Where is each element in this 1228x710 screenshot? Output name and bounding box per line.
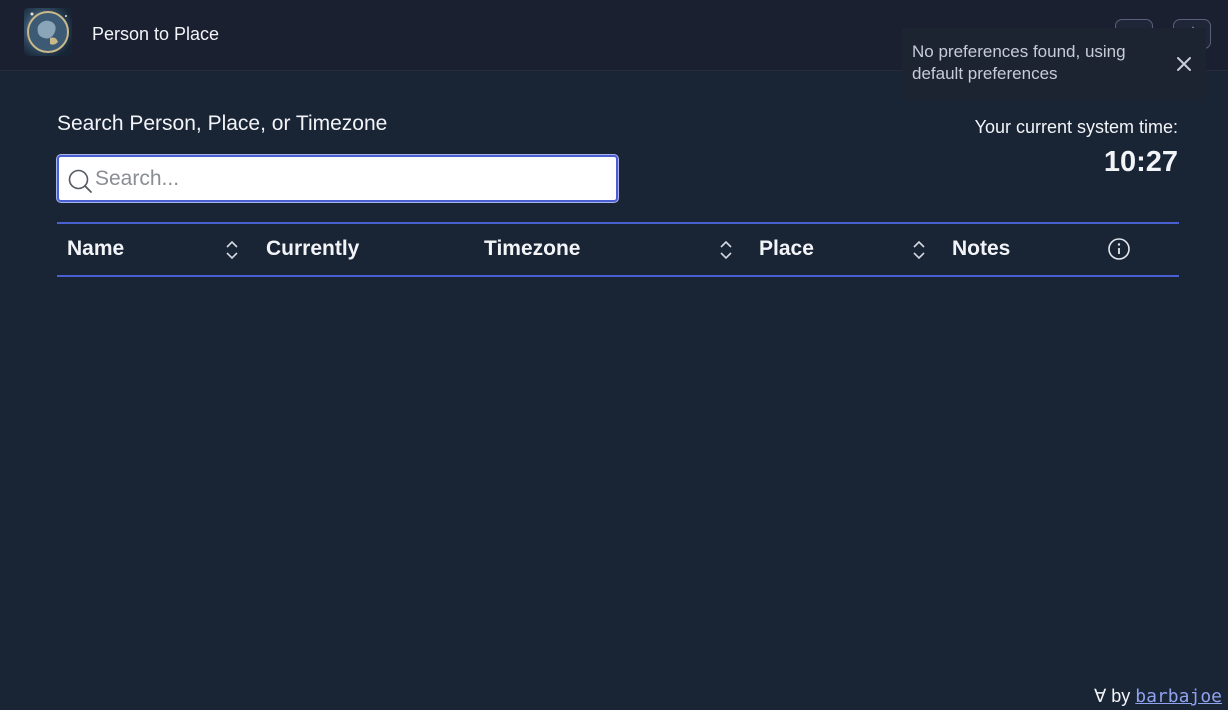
column-header-place[interactable]: Place	[759, 237, 814, 261]
people-table-header: Name Currently Timezone Place Notes	[57, 222, 1179, 277]
sort-icon[interactable]	[225, 238, 239, 262]
info-icon[interactable]	[1107, 237, 1131, 261]
author-link[interactable]: barbajoe	[1135, 686, 1222, 707]
search-box	[57, 155, 618, 202]
system-time-label: Your current system time:	[974, 117, 1178, 137]
column-header-name[interactable]: Name	[67, 237, 124, 261]
column-header-timezone[interactable]: Timezone	[484, 237, 580, 261]
sort-icon[interactable]	[912, 238, 926, 262]
toast-close-button[interactable]	[1172, 52, 1196, 76]
toast-message: No preferences found, using default pref…	[912, 42, 1126, 83]
column-header-currently: Currently	[266, 237, 360, 260]
close-icon	[1177, 57, 1191, 71]
footer: ∀ by barbajoe	[1094, 686, 1222, 707]
sort-icon[interactable]	[719, 238, 733, 262]
app-logo	[24, 8, 72, 56]
search-input[interactable]	[95, 163, 605, 195]
system-time-value: 10:27	[1103, 146, 1178, 178]
footer-prefix: ∀ by	[1093, 686, 1131, 706]
search-icon	[68, 169, 92, 193]
search-heading: Search Person, Place, or Timezone	[57, 112, 388, 135]
app-title: Person to Place	[92, 24, 220, 44]
column-header-notes: Notes	[952, 237, 1011, 260]
preferences-toast: No preferences found, using default pref…	[902, 28, 1206, 100]
